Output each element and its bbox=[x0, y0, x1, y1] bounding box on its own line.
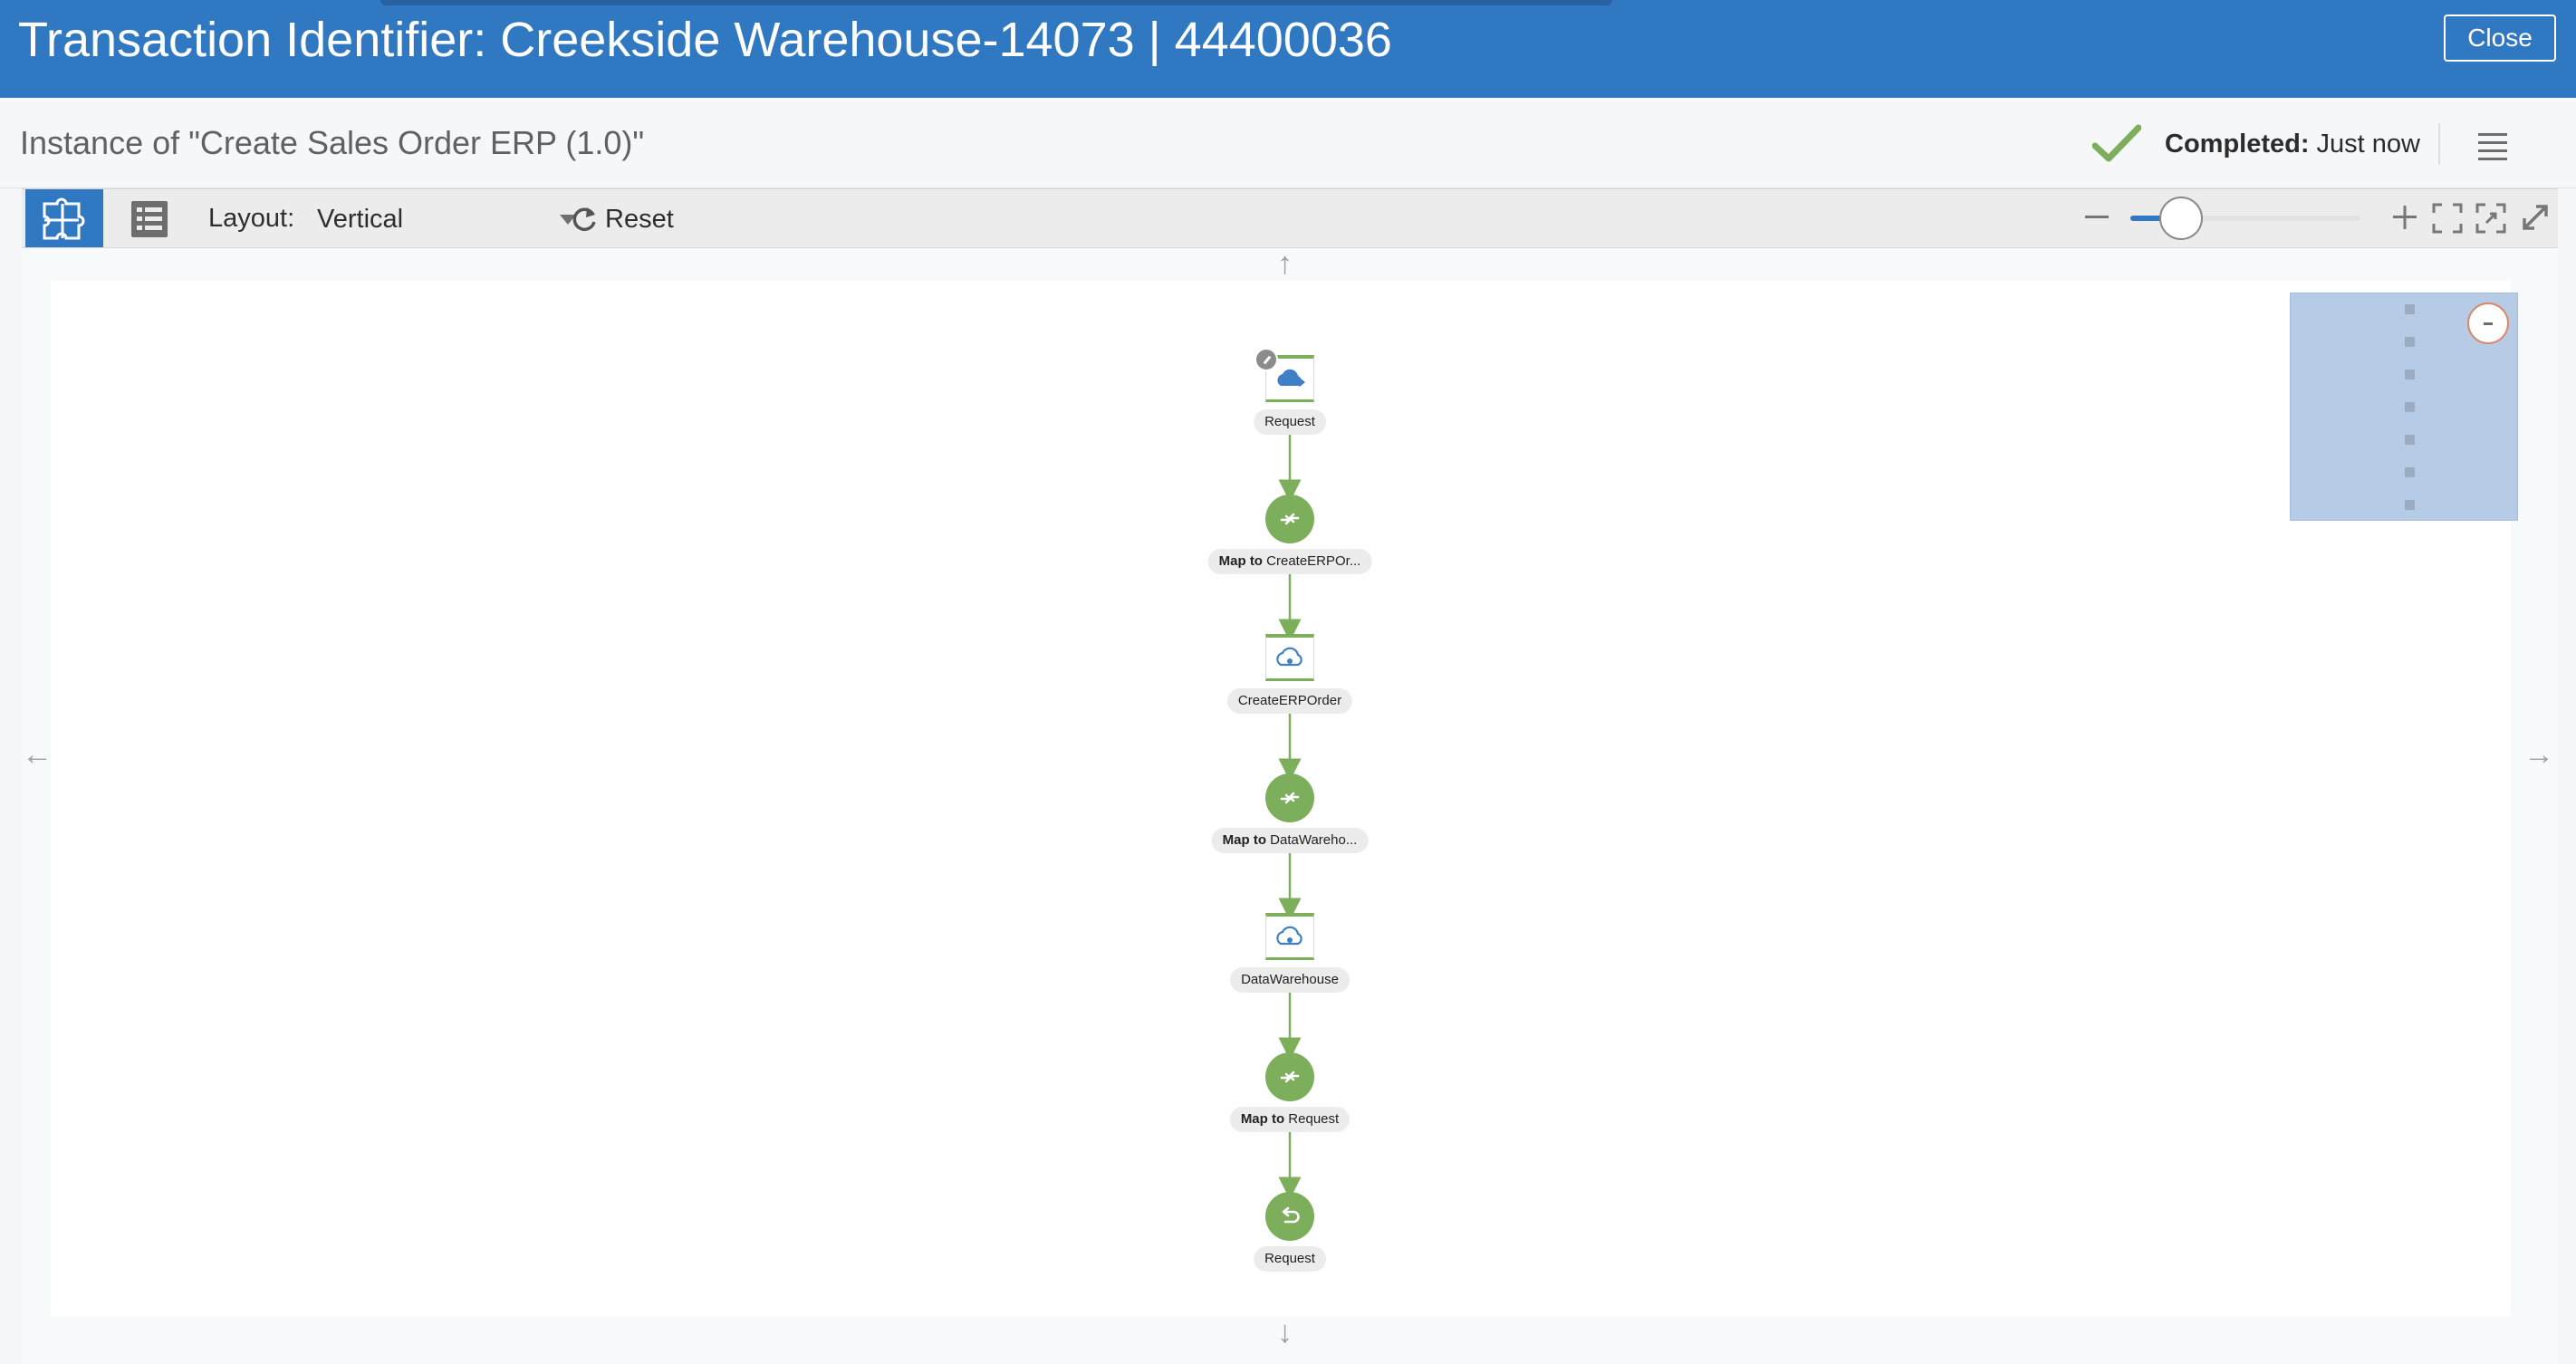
flow-node-label-text: DataWareho... bbox=[1266, 832, 1358, 848]
flow-node-label-text: DataWarehouse bbox=[1241, 972, 1339, 987]
flow-node-map[interactable] bbox=[1265, 773, 1314, 822]
flow-node-shape bbox=[1265, 773, 1314, 822]
flow-node-label-text: CreateERPOrder bbox=[1237, 693, 1342, 708]
cloud-invoke-icon bbox=[1274, 645, 1306, 672]
flow-node-label-text: CreateERPOr... bbox=[1262, 553, 1361, 569]
flow-node-return[interactable] bbox=[1265, 1192, 1314, 1241]
flow-node-shape bbox=[1265, 495, 1314, 543]
flow-node-map[interactable] bbox=[1265, 495, 1314, 543]
map-icon bbox=[1277, 1064, 1302, 1090]
cloud-invoke-icon bbox=[1274, 924, 1306, 951]
flow-node-map[interactable] bbox=[1265, 1052, 1314, 1101]
flow-node-label-prefix: Map to bbox=[1222, 832, 1266, 848]
rest-trigger-icon bbox=[1274, 366, 1306, 393]
map-icon bbox=[1277, 506, 1302, 532]
flow-node-label-text: Request bbox=[1264, 414, 1315, 429]
start-badge-icon bbox=[1254, 348, 1278, 371]
flow-node-label: Map to DataWareho... bbox=[1211, 828, 1369, 853]
flow-node-label-text: Request bbox=[1264, 1251, 1315, 1266]
flow-node-shape bbox=[1265, 1052, 1314, 1101]
return-icon bbox=[1277, 1204, 1302, 1229]
flow-node-label: Request bbox=[1254, 409, 1326, 435]
flow-node-label-prefix: Map to bbox=[1240, 1111, 1285, 1127]
flow-node-invoke[interactable] bbox=[1265, 634, 1314, 681]
flow-node-label-text: Request bbox=[1284, 1111, 1340, 1127]
map-icon bbox=[1277, 785, 1302, 811]
flow-node-label: Request bbox=[1254, 1246, 1326, 1272]
flow-node-label: CreateERPOrder bbox=[1226, 688, 1353, 714]
flow-node-shape bbox=[1265, 634, 1314, 681]
flow-connectors bbox=[1278, 435, 1302, 1200]
flow-node-label-prefix: Map to bbox=[1218, 553, 1263, 569]
flow-node-label: DataWarehouse bbox=[1230, 967, 1350, 993]
flow-node-label: Map to CreateERPOr... bbox=[1207, 549, 1372, 574]
flow-node-label: Map to Request bbox=[1229, 1107, 1350, 1132]
flow-node-shape bbox=[1265, 913, 1314, 960]
flow-node-invoke[interactable] bbox=[1265, 913, 1314, 960]
flow-node-shape bbox=[1265, 1192, 1314, 1241]
